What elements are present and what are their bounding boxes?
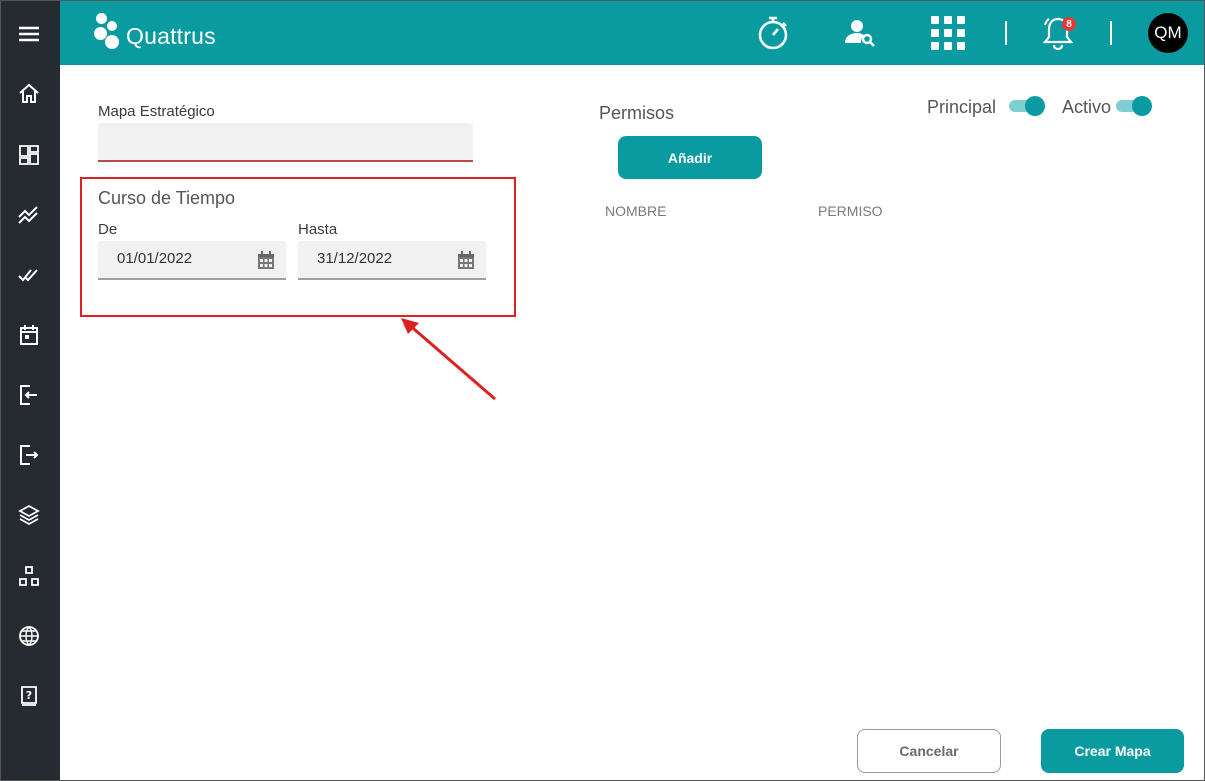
de-date-field[interactable]: 01/01/2022: [98, 241, 286, 280]
annotation-arrow-icon: [401, 318, 496, 401]
principal-toggle[interactable]: [1009, 96, 1045, 116]
calendar-picker-icon[interactable]: [456, 250, 476, 270]
quattrus-logo-icon: [94, 13, 122, 53]
help-book-icon[interactable]: ?: [15, 682, 43, 710]
create-map-button[interactable]: Crear Mapa: [1041, 729, 1184, 773]
login-icon[interactable]: [15, 381, 43, 409]
column-header-permiso[interactable]: PERMISO: [818, 203, 883, 219]
hasta-date-field[interactable]: 31/12/2022: [298, 241, 486, 280]
notification-badge: 8: [1062, 17, 1076, 31]
curso-tiempo-title: Curso de Tiempo: [98, 188, 236, 208]
topbar-divider: [1005, 21, 1007, 45]
cancel-button[interactable]: Cancelar: [857, 729, 1001, 773]
topbar-divider: [1110, 21, 1112, 45]
principal-toggle-label: Principal: [927, 97, 997, 117]
svg-text:?: ?: [26, 689, 32, 702]
hasta-date-value: 31/12/2022: [317, 250, 393, 267]
permisos-title: Permisos: [599, 103, 675, 123]
dashboard-icon[interactable]: [15, 141, 43, 169]
add-permission-button[interactable]: Añadir: [618, 136, 762, 179]
avatar[interactable]: QM: [1148, 13, 1188, 53]
calendar-icon[interactable]: [15, 321, 43, 349]
mapa-estrategico-label: Mapa Estratégico: [98, 103, 215, 120]
column-header-nombre[interactable]: NOMBRE: [605, 203, 666, 219]
de-date-value: 01/01/2022: [117, 250, 193, 267]
user-search-icon[interactable]: [842, 15, 878, 51]
topbar: Quattrus 8 QM: [60, 1, 1204, 65]
de-label: De: [98, 221, 118, 238]
sidebar: ?: [1, 1, 60, 780]
logout-icon[interactable]: [15, 441, 43, 469]
activo-toggle-label: Activo: [1062, 97, 1112, 117]
hierarchy-icon[interactable]: [15, 562, 43, 590]
globe-icon[interactable]: [15, 622, 43, 650]
mapa-estrategico-input[interactable]: [98, 123, 473, 162]
app-window: ? Quattrus 8 QM Mapa Estratégico Curso d…: [0, 0, 1205, 781]
layers-icon[interactable]: [15, 501, 43, 529]
trend-icon[interactable]: [15, 201, 43, 229]
activo-toggle[interactable]: [1116, 96, 1152, 116]
hasta-label: Hasta: [298, 221, 338, 238]
double-check-icon[interactable]: [15, 261, 43, 289]
apps-grid-icon[interactable]: [930, 15, 966, 51]
calendar-picker-icon[interactable]: [256, 250, 276, 270]
app-name: Quattrus: [126, 22, 216, 49]
app-logo[interactable]: Quattrus: [94, 13, 216, 53]
menu-icon[interactable]: [15, 20, 43, 48]
stopwatch-icon[interactable]: [755, 15, 791, 51]
bell-icon[interactable]: 8: [1040, 15, 1076, 51]
home-icon[interactable]: [15, 80, 43, 108]
